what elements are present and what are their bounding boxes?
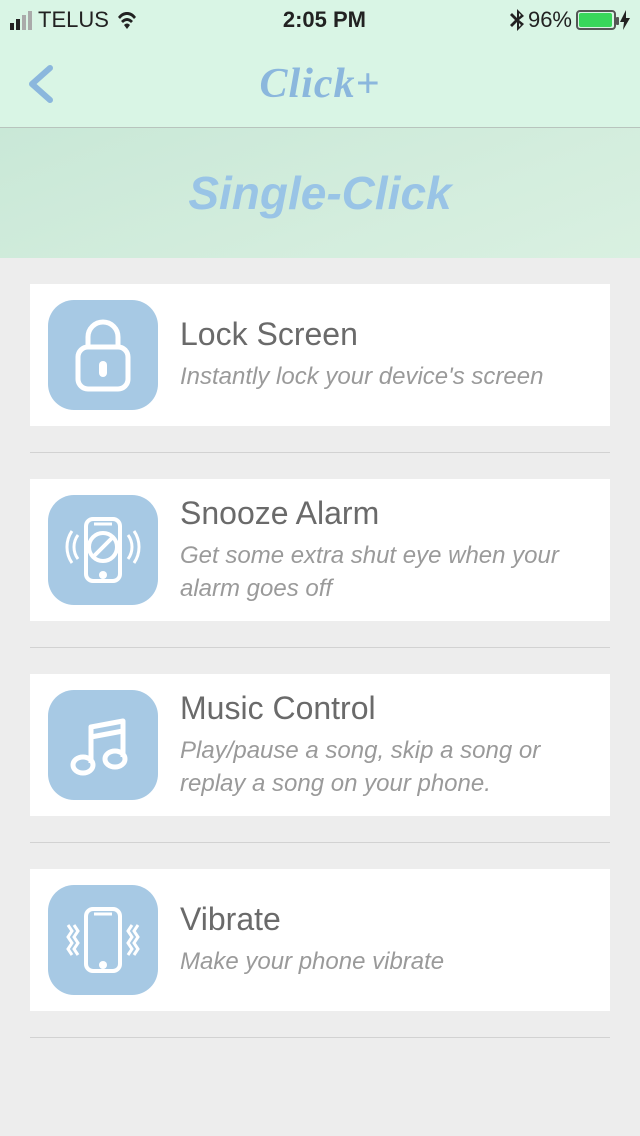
page-subheader: Single-Click [0, 128, 640, 258]
options-list: Lock Screen Instantly lock your device's… [0, 258, 640, 1038]
music-note-icon [48, 690, 158, 800]
option-desc: Get some extra shut eye when your alarm … [180, 540, 592, 605]
back-button[interactable] [20, 60, 68, 108]
option-title: Lock Screen [180, 316, 592, 353]
battery-percent: 96% [528, 7, 572, 33]
charging-icon [620, 10, 630, 30]
option-title: Vibrate [180, 901, 592, 938]
status-bar: TELUS 2:05 PM 96% [0, 0, 640, 40]
option-desc: Instantly lock your device's screen [180, 361, 592, 393]
divider [30, 1037, 610, 1038]
status-right: 96% [510, 7, 630, 33]
cell-signal-icon [10, 11, 32, 30]
wifi-icon [115, 11, 139, 29]
bluetooth-icon [510, 9, 524, 31]
vibrate-icon [48, 885, 158, 995]
option-vibrate[interactable]: Vibrate Make your phone vibrate [30, 869, 610, 1011]
status-left: TELUS [10, 7, 139, 33]
carrier-label: TELUS [38, 7, 109, 33]
status-time: 2:05 PM [139, 7, 510, 33]
header-bar: Click+ [0, 40, 640, 128]
option-desc: Make your phone vibrate [180, 946, 592, 978]
option-desc: Play/pause a song, skip a song or replay… [180, 735, 592, 800]
option-lock-screen[interactable]: Lock Screen Instantly lock your device's… [30, 284, 610, 426]
battery-icon [576, 10, 616, 30]
page-title: Single-Click [188, 166, 451, 220]
option-snooze-alarm[interactable]: Snooze Alarm Get some extra shut eye whe… [30, 479, 610, 621]
lock-icon [48, 300, 158, 410]
option-music-control[interactable]: Music Control Play/pause a song, skip a … [30, 674, 610, 816]
app-title: Click+ [260, 60, 381, 108]
option-title: Music Control [180, 690, 592, 727]
option-title: Snooze Alarm [180, 495, 592, 532]
snooze-alarm-icon [48, 495, 158, 605]
